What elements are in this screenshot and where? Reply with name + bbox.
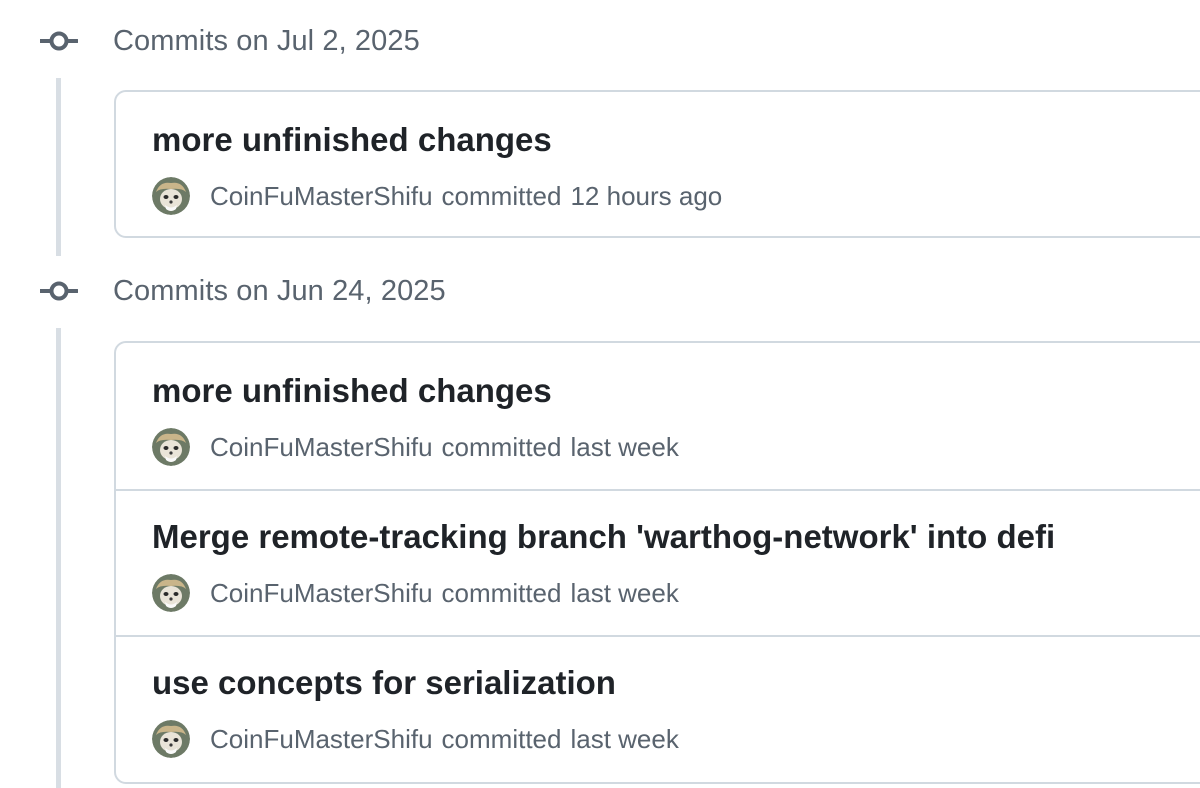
relative-time: last week <box>570 723 679 754</box>
git-commit-icon <box>40 279 80 303</box>
commit-group-header: Commits on Jun 24, 2025 <box>40 271 446 311</box>
commit-row: more unfinished changes CoinFuMasterShif… <box>116 343 1200 489</box>
commit-title-link[interactable]: Merge remote-tracking branch 'warthog-ne… <box>152 518 1055 556</box>
author-link[interactable]: CoinFuMasterShifu <box>210 724 433 755</box>
relative-time: last week <box>570 431 679 462</box>
commit-meta: CoinFuMasterShifu committed last week <box>152 573 679 613</box>
author-link[interactable]: CoinFuMasterShifu <box>210 181 433 212</box>
commit-row: Merge remote-tracking branch 'warthog-ne… <box>116 489 1200 635</box>
commit-meta: CoinFuMasterShifu committed 12 hours ago <box>152 176 722 216</box>
timeline-line <box>56 78 61 256</box>
author-link[interactable]: CoinFuMasterShifu <box>210 578 433 609</box>
author-link[interactable]: CoinFuMasterShifu <box>210 432 433 463</box>
commit-group-date: Commits on Jul 2, 2025 <box>113 24 420 57</box>
commit-title-link[interactable]: use concepts for serialization <box>152 664 616 702</box>
user-avatar[interactable] <box>152 428 190 466</box>
commit-row: more unfinished changes CoinFuMasterShif… <box>116 92 1200 236</box>
user-avatar[interactable] <box>152 177 190 215</box>
commit-meta: CoinFuMasterShifu committed last week <box>152 427 679 467</box>
user-avatar[interactable] <box>152 720 190 758</box>
commit-verb: committed <box>441 723 562 754</box>
timeline-line <box>56 328 61 788</box>
commit-title-link[interactable]: more unfinished changes <box>152 121 552 159</box>
commit-verb: committed <box>441 431 562 462</box>
commit-verb: committed <box>441 180 562 211</box>
commit-title-link[interactable]: more unfinished changes <box>152 372 552 410</box>
commit-group-date: Commits on Jun 24, 2025 <box>113 274 446 307</box>
commit-meta: CoinFuMasterShifu committed last week <box>152 719 679 759</box>
commit-row: use concepts for serialization CoinFuMas… <box>116 635 1200 781</box>
commit-list: more unfinished changes CoinFuMasterShif… <box>114 341 1200 784</box>
relative-time: 12 hours ago <box>570 180 723 211</box>
git-commit-icon <box>40 29 80 53</box>
commit-list: more unfinished changes CoinFuMasterShif… <box>114 90 1200 238</box>
commit-group-header: Commits on Jul 2, 2025 <box>40 21 420 61</box>
user-avatar[interactable] <box>152 574 190 612</box>
relative-time: last week <box>570 577 679 608</box>
commit-verb: committed <box>441 577 562 608</box>
